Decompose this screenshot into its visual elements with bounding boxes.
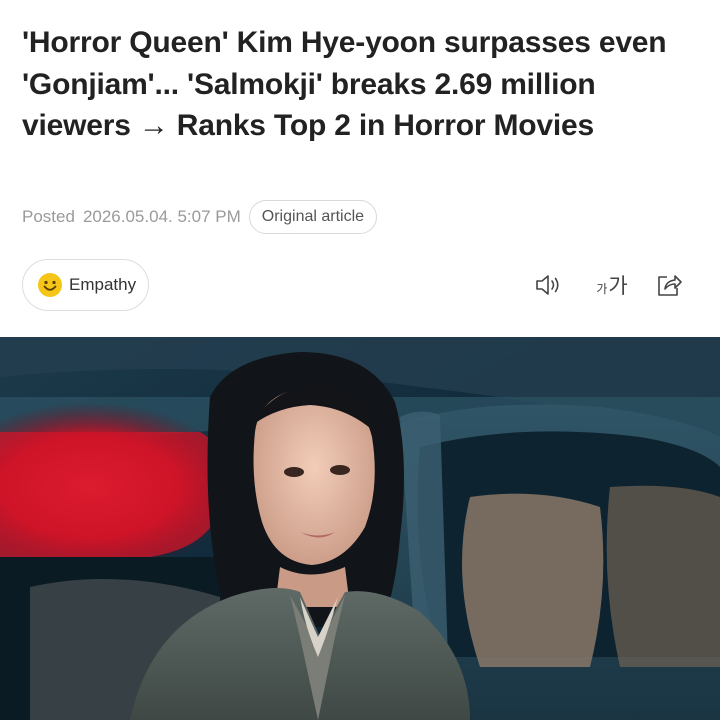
- article-photo: [0, 337, 720, 720]
- speaker-icon[interactable]: [534, 271, 564, 299]
- article-page: 'Horror Queen' Kim Hye-yoon surpasses ev…: [0, 0, 720, 720]
- article-headline: 'Horror Queen' Kim Hye-yoon surpasses ev…: [22, 26, 667, 142]
- original-article-label: Original article: [261, 208, 365, 225]
- font-size-large-glyph: 가: [608, 275, 628, 298]
- share-icon[interactable]: [654, 271, 684, 299]
- font-size-icon[interactable]: 가 가: [592, 271, 632, 299]
- empathy-button[interactable]: Empathy: [22, 259, 149, 311]
- smile-icon: [37, 272, 63, 298]
- posted-label: Posted: [22, 207, 75, 226]
- article-meta: Posted 2026.05.04. 5:07 PM Original arti…: [22, 199, 378, 235]
- font-size-small-glyph: 가: [596, 281, 608, 296]
- posted-date: 2026.05.04. 5:07 PM: [82, 207, 241, 226]
- original-article-button[interactable]: Original article: [248, 200, 378, 234]
- empathy-label: Empathy: [69, 275, 137, 294]
- action-row: Empathy 가 가: [22, 259, 698, 311]
